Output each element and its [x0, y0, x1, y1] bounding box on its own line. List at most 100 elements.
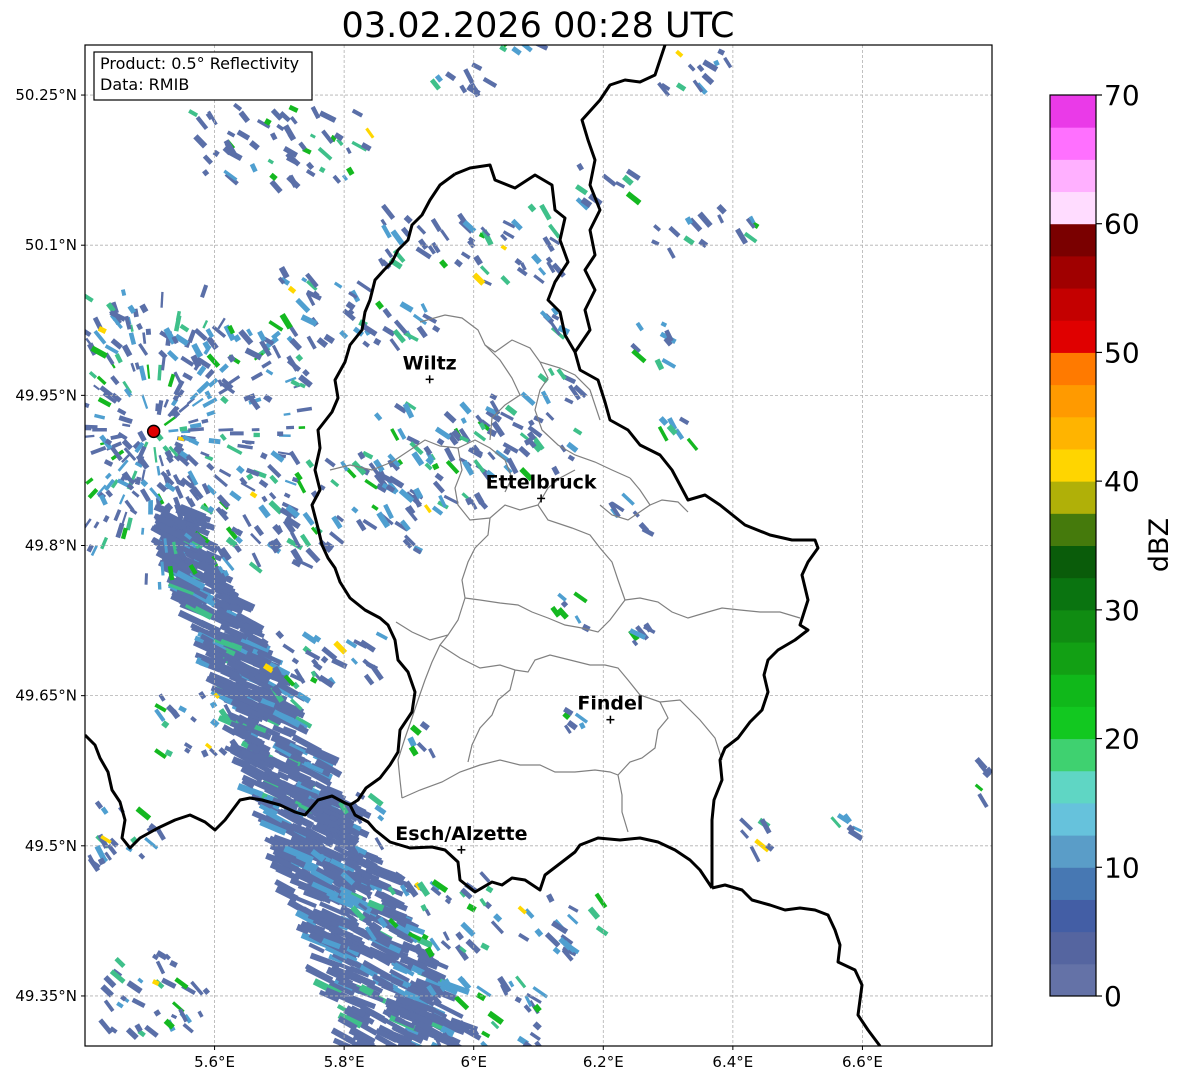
echo-radial-cell [74, 449, 84, 455]
echo-shower-cell [506, 1046, 515, 1055]
echo-shower-cell [72, 313, 84, 327]
echo-radial-cell [59, 373, 74, 384]
colorbar-segment-7 [1050, 738, 1096, 772]
echo-radial-cell [47, 418, 61, 422]
colorbar-segment-3 [1050, 867, 1096, 900]
echo-radial-cell [145, 328, 152, 336]
colorbar-segment-20 [1050, 320, 1096, 353]
echo-radial-cell [229, 431, 244, 436]
data-source-text: Data: RMIB [100, 75, 189, 94]
lon-tick-label-4: 6.4°E [712, 1053, 753, 1071]
echo-radial-cell [48, 447, 59, 453]
echo-radial-cell [9, 488, 16, 494]
colorbar-segment-14 [1050, 513, 1096, 546]
echo-radial-cell [64, 405, 75, 412]
echo-radial-cell [22, 374, 36, 383]
colorbar: 0 10 20 30 40 50 60 70 dBZ [1049, 79, 1175, 1013]
lat-tick-label-3: 49.8°N [25, 537, 77, 555]
echo-radial-cell [72, 459, 79, 464]
colorbar-tick-label-0: 0 [1104, 980, 1122, 1013]
city-label-3: Esch/Alzette [395, 823, 527, 845]
colorbar-segment-16 [1050, 448, 1096, 482]
colorbar-segment-1 [1050, 931, 1096, 965]
colorbar-tick-label-4: 40 [1104, 465, 1140, 498]
echo-radial-cell [251, 428, 260, 432]
echo-radial-cell [38, 478, 49, 486]
echo-radial-cell [73, 285, 83, 299]
echo-radial-cell [253, 432, 260, 438]
lat-tick-label-4: 49.65°N [15, 687, 77, 705]
echo-radial-cell [26, 487, 33, 493]
colorbar-ticks: 0 10 20 30 40 50 60 70 [1096, 79, 1140, 1013]
colorbar-segment-8 [1050, 706, 1096, 740]
echo-radial-cell [40, 462, 48, 468]
colorbar-segment-5 [1050, 802, 1096, 836]
echo-beam-cell [409, 1045, 423, 1046]
echo-radial-cell [57, 315, 65, 324]
echo-radial-cell [31, 343, 40, 350]
colorbar-segment-15 [1050, 481, 1096, 514]
map-panel: 5.6°E 5.8°E 6°E 6.2°E 6.4°E 6.6°E 50.25°N 50.1… [9, 44, 993, 1071]
echo-shower-cell [59, 295, 76, 309]
echo-radial-cell [35, 439, 43, 444]
echo-radial-cell [59, 315, 67, 324]
echo-radial-cell [48, 476, 61, 486]
echo-radial-cell [56, 427, 72, 432]
city-label-1: Ettelbruck [486, 471, 597, 493]
echo-shower-cell [490, 1045, 504, 1046]
colorbar-segment-19 [1050, 352, 1096, 386]
lat-tick-label-5: 49.5°N [25, 837, 77, 855]
colorbar-tick-label-5: 50 [1104, 336, 1140, 369]
echo-radial-cell [70, 337, 79, 346]
echo-radial-cell [15, 478, 26, 484]
echo-radial-cell [55, 516, 68, 529]
colorbar-segment-12 [1050, 577, 1096, 611]
echo-radial-cell [39, 323, 48, 332]
echo-radial-cell [28, 410, 35, 415]
colorbar-segment-27 [1050, 95, 1096, 128]
radar-map-figure: 03.02.2026 00:28 UTC 5.6°E 5.8°E 6°E 6.2… [9, 6, 1175, 1071]
radar-site-layer [146, 424, 161, 439]
echo-radial-cell [85, 426, 92, 431]
colorbar-segment-10 [1050, 642, 1096, 675]
lon-tick-label-1: 5.8°E [324, 1053, 365, 1071]
echo-radial-cell [144, 573, 148, 585]
colorbar-segment-18 [1050, 384, 1096, 418]
echo-radial-cell [298, 426, 306, 430]
echo-radial-cell [32, 416, 46, 420]
echo-radial-cell [61, 408, 75, 415]
echo-shower-cell [494, 1049, 504, 1056]
echo-radial-cell [52, 455, 67, 464]
echo-radial-cell [148, 500, 153, 515]
lat-tick-label-6: 49.35°N [15, 987, 77, 1005]
lon-tick-label-5: 6.6°E [842, 1053, 883, 1071]
colorbar-segments [1050, 95, 1096, 997]
echo-radial-cell [71, 470, 80, 476]
colorbar-tick-label-7: 70 [1104, 79, 1140, 112]
echo-radial-cell [39, 332, 47, 340]
echo-radial-cell [19, 505, 28, 512]
echo-radial-cell [277, 431, 284, 437]
colorbar-segment-11 [1050, 609, 1096, 643]
colorbar-tick-label-1: 10 [1104, 851, 1140, 884]
echo-radial-cell [157, 581, 162, 590]
colorbar-tick-label-3: 30 [1104, 594, 1140, 627]
colorbar-segment-26 [1050, 127, 1096, 160]
colorbar-segment-13 [1050, 545, 1096, 579]
echo-shower-cell [63, 346, 72, 356]
colorbar-segment-9 [1050, 674, 1096, 707]
echo-radial-cell [22, 368, 29, 373]
colorbar-segment-23 [1050, 223, 1096, 257]
echo-shower-cell [67, 293, 76, 302]
product-text: Product: 0.5° Reflectivity [100, 54, 299, 73]
echo-shower-cell [73, 823, 81, 831]
echo-shower-cell [70, 816, 83, 832]
echo-radial-cell [40, 519, 54, 532]
lon-tick-label-0: 5.6°E [194, 1053, 235, 1071]
echo-radial-cell [55, 344, 66, 354]
longitude-tick-labels: 5.6°E 5.8°E 6°E 6.2°E 6.4°E 6.6°E [194, 1046, 883, 1071]
product-info-box: Product: 0.5° Reflectivity Data: RMIB [93, 51, 313, 101]
echo-radial-cell [55, 339, 69, 352]
echo-radial-cell [33, 520, 44, 529]
lat-tick-label-0: 50.25°N [15, 86, 77, 104]
